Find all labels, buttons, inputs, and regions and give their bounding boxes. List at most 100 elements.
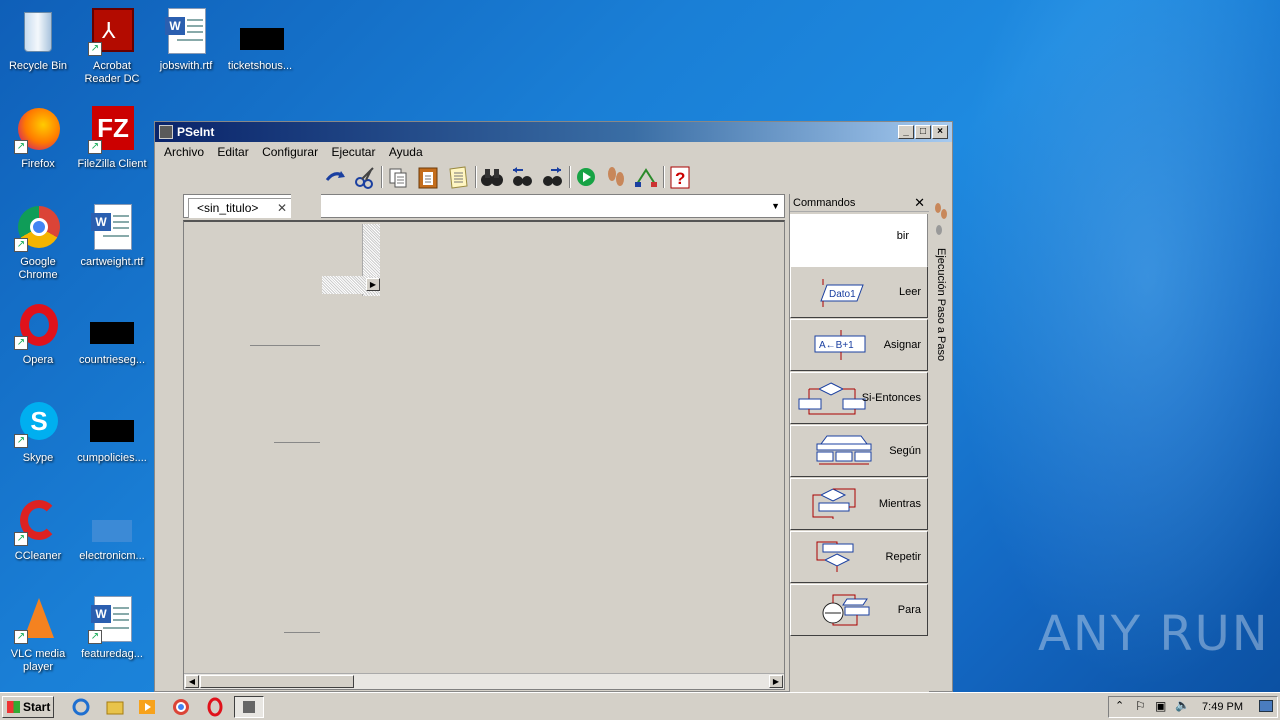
assign-icon: A←B+1 [797, 328, 877, 364]
system-tray: ⌃ ⚐ ▣ 🔈 7:49 PM [1108, 696, 1278, 718]
run-icon[interactable] [573, 164, 599, 190]
while-loop-icon [797, 487, 877, 523]
tab-dropdown-icon[interactable]: ▼ [771, 201, 780, 211]
opera-taskbar-icon[interactable] [204, 697, 226, 717]
redacted-file-icon [236, 8, 284, 56]
volume-icon[interactable]: 🔈 [1175, 698, 1190, 712]
menu-configurar[interactable]: Configurar [257, 142, 323, 162]
redo-icon[interactable] [323, 164, 349, 190]
desktop-icon-chrome[interactable]: ↗ Google Chrome [0, 204, 76, 282]
commands-close-icon[interactable]: ✕ [914, 194, 925, 212]
flowchart-icon[interactable] [633, 164, 659, 190]
find-previous-icon[interactable] [509, 164, 535, 190]
scroll-right-arrow-icon[interactable]: ▶ [366, 278, 380, 291]
scroll-left-arrow-icon[interactable]: ◀ [185, 675, 199, 688]
windows-flag-icon [7, 701, 20, 713]
minimize-button[interactable]: _ [898, 125, 914, 139]
desktop-icon-countrieseg[interactable]: countrieseg... [74, 302, 150, 367]
desktop-icon-label: countrieseg... [78, 354, 146, 366]
filezilla-icon: FZ ↗ [88, 106, 136, 154]
desktop-icon-opera[interactable]: ↗ Opera [0, 302, 76, 367]
command-label: Si-Entonces [861, 392, 921, 404]
menu-ejecutar[interactable]: Ejecutar [326, 142, 380, 162]
command-repetir[interactable]: Repetir [790, 531, 928, 583]
desktop-icon-jobswith[interactable]: W jobswith.rtf [148, 8, 224, 73]
clock[interactable]: 7:49 PM [1202, 697, 1243, 717]
desktop-icon-ticketshous[interactable]: ticketshous... [222, 8, 298, 73]
help-icon[interactable]: ? [667, 164, 693, 190]
desktop-icon-firefox[interactable]: ↗ Firefox [0, 106, 76, 171]
editor-horizontal-scrollbar[interactable]: ◀ ▶ [184, 673, 784, 689]
desktop-icon-recycle-bin[interactable]: Recycle Bin [0, 8, 76, 73]
start-button[interactable]: Start [2, 696, 54, 718]
desktop-icon-label: Recycle Bin [8, 60, 68, 72]
show-desktop-icon[interactable] [1259, 700, 1273, 712]
close-button[interactable]: × [932, 125, 948, 139]
maximize-button[interactable]: □ [915, 125, 931, 139]
taskbar: Start ⌃ ⚐ ▣ 🔈 7:49 PM [0, 692, 1280, 720]
chrome-taskbar-icon[interactable] [170, 697, 192, 717]
desktop-icon-skype[interactable]: S ↗ Skype [0, 400, 76, 465]
skype-icon: S ↗ [14, 400, 62, 448]
step-by-step-icon[interactable] [603, 164, 629, 190]
command-label: Asignar [883, 339, 921, 351]
desktop-icon-filezilla[interactable]: FZ ↗ FileZilla Client [74, 106, 150, 171]
editor-tab-strip: <sin_titulo> ✕ ▼ [183, 194, 785, 218]
window-titlebar[interactable]: PSeInt _ □ × [155, 122, 952, 142]
tab-close-icon[interactable]: ✕ [277, 199, 287, 217]
pseint-taskbar-button[interactable] [234, 696, 264, 718]
blank-file-icon [88, 498, 136, 546]
desktop-icon-acrobat[interactable]: ⅄ ↗ Acrobat Reader DC [74, 8, 150, 86]
command-leer[interactable]: Dato1 Leer [790, 266, 928, 318]
command-para[interactable]: Para [790, 584, 928, 636]
menu-archivo[interactable]: Archivo [159, 142, 209, 162]
tray-expand-icon[interactable]: ⌃ [1115, 699, 1124, 712]
find-next-icon[interactable] [539, 164, 565, 190]
acrobat-icon: ⅄ ↗ [88, 8, 136, 56]
editor-mini-hscroll[interactable]: ▶ [322, 276, 380, 294]
tab-sin-titulo[interactable]: <sin_titulo> ✕ [188, 198, 292, 218]
repeat-loop-icon [797, 540, 877, 576]
tab-label: <sin_titulo> [197, 201, 259, 215]
svg-text:Dato1: Dato1 [829, 289, 856, 300]
cut-icon[interactable] [353, 164, 379, 190]
desktop-icon-label: Firefox [21, 158, 55, 170]
command-si-entonces[interactable]: Si-Entonces [790, 372, 928, 424]
command-mientras[interactable]: Mientras [790, 478, 928, 530]
desktop-icon-electronicm[interactable]: electronicm... [74, 498, 150, 563]
commands-panel-title: Commandos [793, 197, 856, 209]
desktop-icon-cumpolicies[interactable]: cumpolicies.... [74, 400, 150, 465]
commands-panel: Commandos ✕ bir Dato1 Leer A←B+1 Asignar… [789, 194, 929, 692]
copy-icon[interactable] [385, 164, 411, 190]
media-player-taskbar-icon[interactable] [136, 697, 158, 717]
desktop-icon-label: Skype [22, 452, 54, 464]
step-by-step-label[interactable]: Ejecución Paso a Paso [931, 248, 951, 498]
scroll-right-arrow-icon[interactable]: ▶ [769, 675, 783, 688]
ie-taskbar-icon[interactable] [70, 697, 92, 717]
desktop-icon-label: FileZilla Client [77, 158, 147, 170]
switch-icon [797, 434, 877, 470]
action-center-flag-icon[interactable]: ⚐ [1135, 699, 1146, 713]
paste-icon[interactable] [415, 164, 441, 190]
desktop-icon-vlc[interactable]: ↗ VLC media player [0, 596, 76, 674]
menu-editar[interactable]: Editar [212, 142, 253, 162]
desktop-icon-ccleaner[interactable]: ↗ CCleaner [0, 498, 76, 563]
desktop-icon-label: electronicm... [79, 550, 145, 562]
desktop-icon-label: VLC media player [10, 648, 66, 673]
desktop-icon-label: cumpolicies.... [77, 452, 147, 464]
menu-ayuda[interactable]: Ayuda [384, 142, 428, 162]
command-partial[interactable]: bir [790, 214, 928, 266]
recycle-bin-icon [14, 8, 62, 56]
editor-line [284, 632, 320, 633]
command-segun[interactable]: Según [790, 425, 928, 477]
scrollbar-thumb[interactable] [200, 675, 354, 688]
desktop-icon-featuredag[interactable]: W ↗ featuredag... [74, 596, 150, 661]
network-icon[interactable]: ▣ [1155, 699, 1166, 713]
notes-icon[interactable] [445, 164, 471, 190]
anyrun-watermark: ANY RUN [1038, 606, 1270, 662]
command-asignar[interactable]: A←B+1 Asignar [790, 319, 928, 371]
explorer-taskbar-icon[interactable] [104, 697, 126, 717]
find-binoculars-icon[interactable] [479, 164, 505, 190]
code-editor[interactable]: ▶ ◀ ▶ [183, 220, 785, 690]
desktop-icon-cartweight[interactable]: W cartweight.rtf [74, 204, 150, 269]
